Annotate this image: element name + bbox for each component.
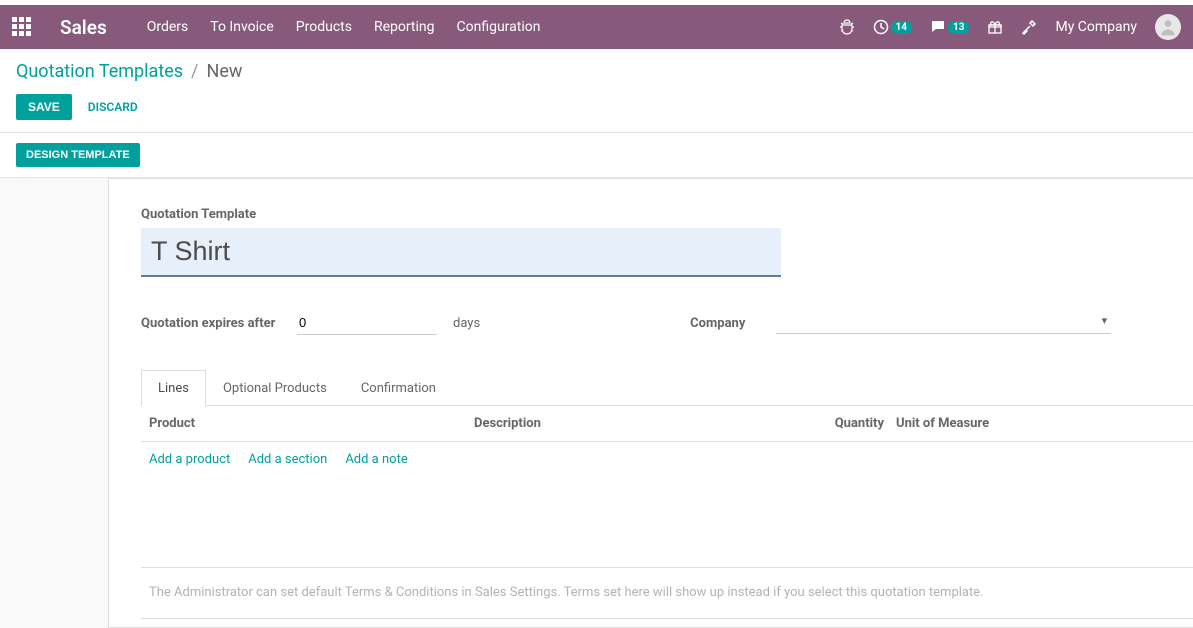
save-button[interactable]: SAVE bbox=[16, 94, 72, 120]
status-bar: DESIGN TEMPLATE bbox=[0, 133, 1193, 178]
add-product-link[interactable]: Add a product bbox=[149, 452, 230, 467]
terms-placeholder: The Administrator can set default Terms … bbox=[149, 584, 1185, 602]
col-quantity: Quantity bbox=[824, 416, 884, 431]
expires-label: Quotation expires after bbox=[141, 316, 281, 331]
breadcrumb: Quotation Templates / New bbox=[16, 61, 1177, 82]
main-menu: Orders To Invoice Products Reporting Con… bbox=[147, 19, 541, 35]
tab-optional-products[interactable]: Optional Products bbox=[206, 370, 344, 406]
add-section-link[interactable]: Add a section bbox=[248, 452, 327, 467]
tab-lines[interactable]: Lines bbox=[141, 370, 206, 406]
discard-button[interactable]: DISCARD bbox=[88, 100, 138, 114]
bug-icon[interactable] bbox=[839, 19, 855, 35]
form-sheet: Quotation Template Quotation expires aft… bbox=[108, 178, 1193, 628]
discuss-badge: 13 bbox=[948, 21, 969, 34]
form-tabs: Lines Optional Products Confirmation bbox=[141, 369, 1193, 406]
menu-to-invoice[interactable]: To Invoice bbox=[210, 19, 274, 35]
col-description: Description bbox=[474, 416, 824, 431]
company-select[interactable] bbox=[776, 312, 1111, 334]
control-panel: Quotation Templates / New SAVE DISCARD bbox=[0, 49, 1193, 133]
tools-icon[interactable] bbox=[1021, 19, 1037, 35]
menu-products[interactable]: Products bbox=[296, 19, 352, 35]
breadcrumb-sep: / bbox=[191, 61, 198, 82]
col-uom: Unit of Measure bbox=[884, 416, 1185, 431]
breadcrumb-current: New bbox=[206, 61, 242, 82]
expires-input[interactable] bbox=[297, 311, 437, 335]
company-label: Company bbox=[690, 316, 760, 331]
terms-textarea[interactable]: The Administrator can set default Terms … bbox=[141, 567, 1193, 619]
design-template-button[interactable]: DESIGN TEMPLATE bbox=[16, 143, 140, 167]
menu-configuration[interactable]: Configuration bbox=[457, 19, 541, 35]
apps-icon[interactable] bbox=[12, 17, 32, 37]
activities-badge: 14 bbox=[891, 21, 912, 34]
menu-orders[interactable]: Orders bbox=[147, 19, 189, 35]
user-avatar[interactable] bbox=[1155, 14, 1181, 40]
title-label: Quotation Template bbox=[141, 207, 1193, 222]
tab-confirmation[interactable]: Confirmation bbox=[344, 370, 453, 406]
breadcrumb-parent[interactable]: Quotation Templates bbox=[16, 61, 183, 82]
app-title[interactable]: Sales bbox=[60, 16, 107, 39]
gift-icon[interactable] bbox=[987, 19, 1003, 35]
col-product: Product bbox=[149, 416, 474, 431]
lines-table: Product Description Quantity Unit of Mea… bbox=[141, 406, 1193, 619]
top-navbar: Sales Orders To Invoice Products Reporti… bbox=[0, 5, 1193, 49]
add-note-link[interactable]: Add a note bbox=[345, 452, 407, 467]
template-name-input[interactable] bbox=[141, 228, 781, 277]
company-switcher[interactable]: My Company bbox=[1055, 19, 1137, 35]
menu-reporting[interactable]: Reporting bbox=[374, 19, 435, 35]
activities-button[interactable]: 14 bbox=[873, 19, 912, 35]
expires-unit: days bbox=[453, 316, 480, 331]
discuss-button[interactable]: 13 bbox=[930, 19, 969, 35]
